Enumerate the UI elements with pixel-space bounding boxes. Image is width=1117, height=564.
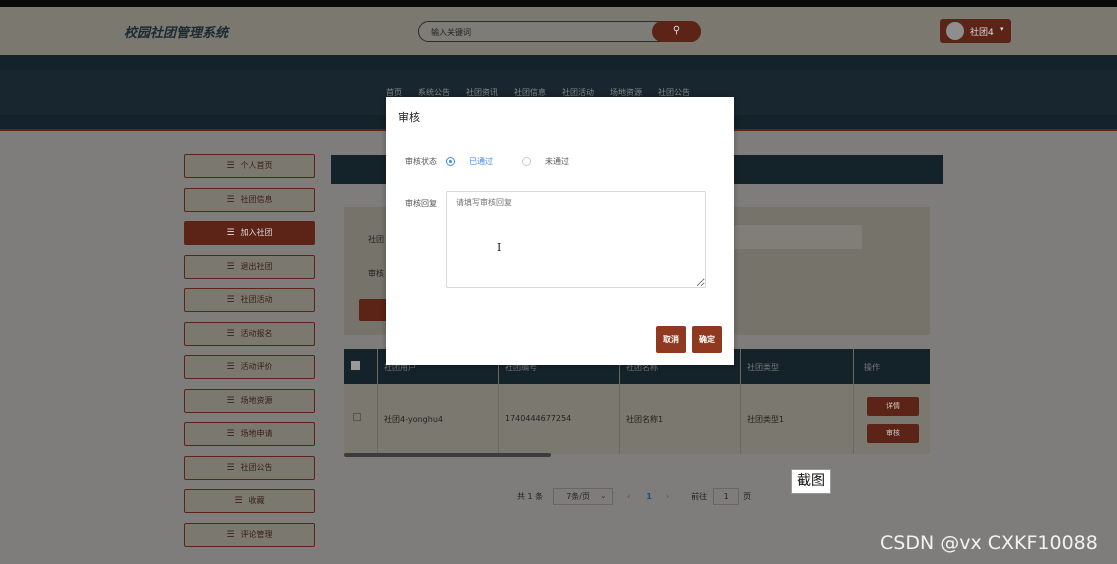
sidebar-item-label: 收藏: [248, 496, 265, 505]
sidebar-item-venue-apply[interactable]: ☰ 场地申请: [184, 422, 315, 446]
review-dialog: 审核 审核状态 已通过 未通过 审核回复 I 取消 确定: [386, 97, 734, 365]
sidebar-item-label: 场地资源: [240, 395, 273, 405]
radio-passed-label[interactable]: 已通过: [469, 156, 493, 167]
sidebar-item-activity-signup[interactable]: ☰ 活动报名: [184, 321, 315, 346]
list-icon: ☰: [226, 328, 235, 339]
list-icon: ☰: [226, 228, 235, 238]
chevron-down-icon: ▾: [1000, 25, 1004, 33]
query-button[interactable]: [359, 299, 387, 321]
sidebar-item-label: 场地申请: [240, 429, 273, 438]
filter-label-club: 社团: [368, 235, 384, 244]
list-icon: ☰: [226, 161, 235, 171]
review-reply-label: 审核回复: [405, 199, 437, 208]
review-button[interactable]: 审核: [867, 424, 919, 443]
list-icon: ☰: [234, 496, 243, 506]
column-divider: [740, 349, 741, 454]
list-icon: ☰: [226, 429, 235, 439]
sidebar-item-personal-home[interactable]: ☰ 个人首页: [184, 154, 315, 178]
current-page[interactable]: 1: [646, 492, 652, 501]
detail-button[interactable]: 详情: [867, 397, 919, 416]
sidebar-item-favorites[interactable]: ☰ 收藏: [184, 489, 315, 513]
prev-page-icon[interactable]: ‹: [627, 492, 630, 501]
header: 校园社团管理系统 输入关键词 ⚲ 社团4 ▾: [0, 7, 1117, 55]
list-icon: ☰: [226, 295, 235, 305]
search-icon: ⚲: [672, 25, 681, 36]
confirm-button[interactable]: 确定: [692, 326, 722, 353]
filter-input[interactable]: [734, 225, 862, 249]
column-divider: [853, 349, 854, 454]
cell-club-number: 1740444677254: [505, 414, 572, 423]
user-menu-button[interactable]: 社团4 ▾: [940, 19, 1011, 43]
cell-club-name: 社团名称1: [626, 415, 664, 424]
sidebar-item-label: 社团活动: [240, 295, 273, 304]
sidebar-item-club-info[interactable]: ☰ 社团信息: [184, 187, 315, 212]
sidebar-item-activity-review[interactable]: ☰ 活动评价: [184, 355, 315, 379]
text-cursor-icon: I: [497, 241, 502, 254]
sidebar-item-label: 社团信息: [240, 194, 273, 204]
sidebar-item-label: 评论管理: [240, 529, 273, 539]
review-status-label: 审核状态: [405, 157, 437, 166]
page-size-value: 7条/页: [566, 491, 590, 501]
horizontal-scrollbar[interactable]: [344, 453, 551, 457]
select-all-checkbox[interactable]: [351, 361, 360, 370]
sidebar-item-label: 个人首页: [240, 161, 273, 170]
pagination: 共 1 条 7条/页 ⌄ ‹ 1 › 前往 1 页: [517, 487, 751, 505]
app-logo: 校园社团管理系统: [124, 26, 229, 41]
page-size-select[interactable]: 7条/页 ⌄: [553, 487, 614, 505]
sidebar-item-comment-manage[interactable]: ☰ 评论管理: [184, 522, 315, 547]
top-strip: [0, 0, 1117, 7]
data-table: 社团用户 社团编号 社团名称 社团类型 操作 社团4-yonghu4 17404…: [344, 349, 930, 457]
search-button[interactable]: ⚲: [652, 21, 701, 42]
sidebar-item-label: 社团公告: [240, 462, 273, 472]
header-actions: 操作: [864, 363, 880, 372]
radio-failed-label[interactable]: 未通过: [545, 156, 569, 167]
user-name: 社团4: [970, 28, 994, 38]
list-icon: ☰: [226, 362, 235, 372]
goto-label: 前往: [691, 491, 708, 501]
next-page-icon[interactable]: ›: [666, 492, 669, 501]
list-icon: ☰: [226, 395, 235, 406]
sidebar-item-venue-resource[interactable]: ☰ 场地资源: [184, 388, 315, 413]
filter-label-review: 审核: [368, 269, 384, 278]
sidebar-item-label: 加入社团: [240, 228, 273, 237]
sidebar: ☰ 个人首页 ☰ 社团信息 ☰ 加入社团 ☰ 退出社团 ☰ 社团活动 ☰ 活动报名 ☰ 活动评…: [184, 154, 316, 556]
list-icon: ☰: [226, 529, 235, 540]
sidebar-item-club-activity[interactable]: ☰ 社团活动: [184, 288, 315, 312]
row-checkbox[interactable]: [353, 413, 361, 421]
sidebar-item-label: 活动报名: [240, 328, 273, 338]
table-row: 社团4-yonghu4 1740444677254 社团名称1 社团类型1 详情…: [344, 384, 930, 454]
sidebar-item-club-notice[interactable]: ☰ 社团公告: [184, 455, 315, 480]
pager-total: 共 1 条: [517, 491, 544, 501]
dialog-title: 审核: [398, 111, 420, 124]
chevron-down-icon: ⌄: [600, 491, 607, 500]
list-icon: ☰: [226, 462, 235, 473]
sidebar-item-quit-club[interactable]: ☰ 退出社团: [184, 254, 315, 279]
sidebar-item-label: 退出社团: [240, 261, 273, 271]
list-icon: ☰: [226, 194, 235, 205]
search-input[interactable]: 输入关键词: [431, 27, 471, 38]
sidebar-item-join-club[interactable]: ☰ 加入社团: [184, 221, 315, 245]
review-reply-textarea[interactable]: [446, 191, 706, 288]
watermark: CSDN @vx CXKF10088: [880, 532, 1098, 554]
column-divider: [377, 349, 378, 454]
goto-page-input[interactable]: 1: [713, 487, 740, 505]
radio-passed[interactable]: [446, 157, 455, 166]
header-club-type: 社团类型: [747, 363, 779, 372]
cell-club-user: 社团4-yonghu4: [384, 415, 443, 424]
screenshot-tooltip: 截图: [791, 469, 831, 494]
goto-unit: 页: [743, 491, 752, 501]
radio-failed[interactable]: [522, 157, 531, 166]
list-icon: ☰: [226, 261, 235, 272]
search-box[interactable]: 输入关键词 ⚲: [418, 21, 701, 42]
sidebar-item-label: 活动评价: [240, 362, 273, 371]
cancel-button[interactable]: 取消: [656, 326, 686, 353]
cell-club-type: 社团类型1: [747, 415, 785, 424]
avatar: [946, 22, 964, 40]
